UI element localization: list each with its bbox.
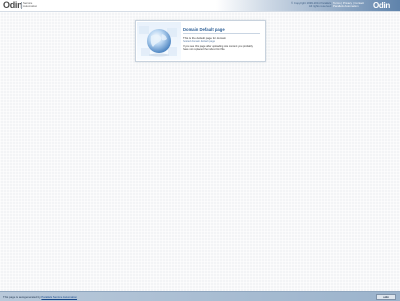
header-link-2[interactable]: All rights reserved xyxy=(291,4,331,8)
odin-logo[interactable]: Odin xyxy=(3,0,23,10)
logo-text: Odin xyxy=(3,0,23,10)
brand-subtitle: Service Automation xyxy=(23,1,38,9)
footer-link[interactable]: Parallels Service Automation xyxy=(41,295,77,299)
domain-name-link[interactable]: hosted domain default page xyxy=(183,40,215,43)
page-title: Domain Default page xyxy=(183,27,225,32)
header-link-4[interactable]: Parallels Automation xyxy=(333,4,364,8)
badge-text: odin xyxy=(383,294,389,299)
upload-instructions: If you see this page after uploading sit… xyxy=(183,45,253,52)
odin-logo-right[interactable]: Odin xyxy=(373,1,390,10)
title-divider xyxy=(183,33,260,34)
globe-illustration xyxy=(137,22,181,60)
globe-icon xyxy=(139,26,177,57)
logo-right-text: Odin xyxy=(373,1,391,10)
logo-divider xyxy=(21,2,22,9)
header-links-secondary: Terms | Privacy | Contact Parallels Auto… xyxy=(333,1,364,9)
header-links: © Copyright 1999-2011 Parallels All righ… xyxy=(291,1,331,9)
brand-subtitle-line2: Automation xyxy=(23,3,38,8)
domain-default-box: Domain Default page This is the default … xyxy=(135,20,266,62)
page-header: Odin Service Automation © Copyright 1999… xyxy=(0,0,400,12)
odin-badge[interactable]: odin xyxy=(376,293,396,300)
footer-text: This page is autogenerated by xyxy=(3,295,41,299)
footer-note: This page is autogenerated by Parallels … xyxy=(3,295,77,299)
